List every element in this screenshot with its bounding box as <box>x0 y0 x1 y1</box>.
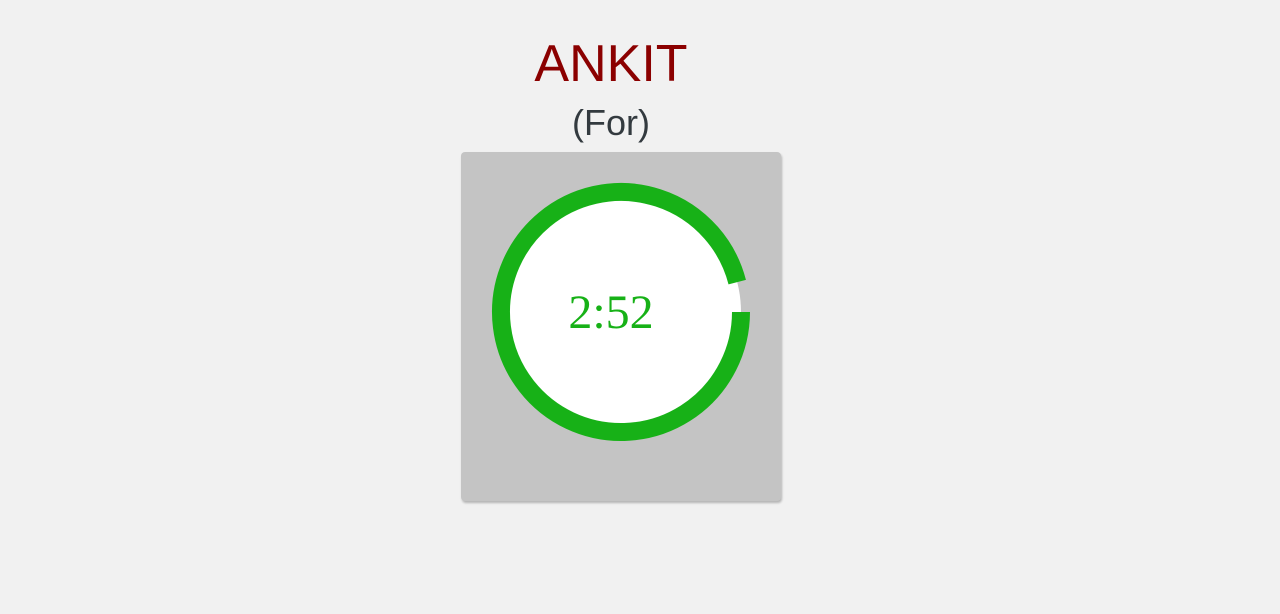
page: ANKIT (For) 2:52 <box>0 0 1280 614</box>
player-role-label: (For) <box>572 102 650 143</box>
player-name: ANKIT <box>534 35 688 93</box>
timer-display: 2:52 <box>568 285 654 339</box>
timer-card: 2:52 <box>461 152 781 501</box>
